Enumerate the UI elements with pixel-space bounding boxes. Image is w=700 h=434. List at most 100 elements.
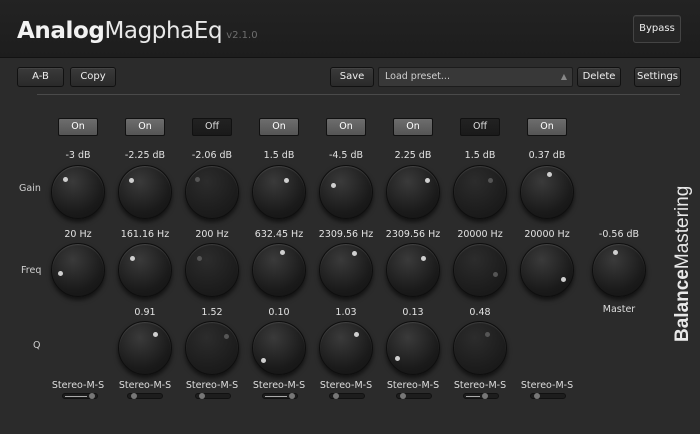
band-8-freq-value: 20000 Hz xyxy=(524,229,570,240)
band-2-gain-knob[interactable] xyxy=(118,165,172,219)
band-2-q-value: 0.91 xyxy=(134,307,156,318)
band-6-q-value: 0.13 xyxy=(402,307,424,318)
band-3-gain-knob[interactable] xyxy=(185,165,239,219)
knob-indicator xyxy=(330,182,336,188)
band-3-mode-label: Stereo-M-S xyxy=(185,380,239,391)
band-1-mode-slider[interactable] xyxy=(62,393,98,399)
knob-indicator xyxy=(394,355,400,361)
band-3-gain-value: -2.06 dB xyxy=(191,150,233,161)
band-1-freq-knob[interactable] xyxy=(51,243,105,297)
band-5-freq-knob[interactable] xyxy=(319,243,373,297)
band-8-freq-knob[interactable] xyxy=(520,243,574,297)
band-6-mode-slider[interactable] xyxy=(396,393,432,399)
band-5-mode-slider[interactable] xyxy=(329,393,365,399)
knob-indicator xyxy=(353,331,359,337)
knob-indicator xyxy=(152,331,158,337)
slider-thumb[interactable] xyxy=(289,393,295,399)
band-4-toggle[interactable]: On xyxy=(259,118,299,136)
preset-placeholder: Load preset... xyxy=(385,71,450,82)
band-5-freq-value: 2309.56 Hz xyxy=(318,229,374,240)
band-4-freq-knob[interactable] xyxy=(252,243,306,297)
band-2-gain-value: -2.25 dB xyxy=(124,150,166,161)
band-4-mode-label: Stereo-M-S xyxy=(252,380,306,391)
title-bold: Analog xyxy=(17,18,105,44)
band-6-gain-knob[interactable] xyxy=(386,165,440,219)
bypass-button[interactable]: Bypass xyxy=(633,15,681,43)
band-7-mode-slider[interactable] xyxy=(463,393,499,399)
band-6-freq-knob[interactable] xyxy=(386,243,440,297)
band-8-mode-slider[interactable] xyxy=(530,393,566,399)
slider-thumb[interactable] xyxy=(534,393,540,399)
knob-indicator xyxy=(546,171,552,177)
band-7-mode-label: Stereo-M-S xyxy=(453,380,507,391)
band-2-mode-slider[interactable] xyxy=(127,393,163,399)
band-3-toggle[interactable]: Off xyxy=(192,118,232,136)
brand-logo: BalanceMastering xyxy=(672,186,693,342)
svg-text:BalanceMastering: BalanceMastering xyxy=(672,186,693,342)
band-1-toggle[interactable]: On xyxy=(58,118,98,136)
band-8-gain-value: 0.37 dB xyxy=(528,150,566,161)
band-2-toggle[interactable]: On xyxy=(125,118,165,136)
band-6-gain-value: 2.25 dB xyxy=(394,150,432,161)
band-7-q-knob[interactable] xyxy=(453,321,507,375)
band-4-gain-value: 1.5 dB xyxy=(263,150,295,161)
knob-indicator xyxy=(487,177,493,183)
band-3-mode-slider[interactable] xyxy=(195,393,231,399)
preset-select[interactable]: Load preset... ▲ xyxy=(378,67,573,87)
knob-indicator xyxy=(129,255,135,261)
ab-button[interactable]: A-B xyxy=(17,67,64,87)
band-3-freq-knob[interactable] xyxy=(185,243,239,297)
band-3-q-knob[interactable] xyxy=(185,321,239,375)
slider-thumb[interactable] xyxy=(199,393,205,399)
band-2-freq-knob[interactable] xyxy=(118,243,172,297)
band-6-q-knob[interactable] xyxy=(386,321,440,375)
header-bar: AnalogMagphaEq v2.1.0 Bypass xyxy=(0,0,700,58)
knob-indicator xyxy=(484,331,490,337)
band-5-toggle[interactable]: On xyxy=(326,118,366,136)
save-button[interactable]: Save xyxy=(330,67,374,87)
band-4-mode-slider[interactable] xyxy=(262,393,298,399)
knob-indicator xyxy=(351,250,357,256)
band-2-q-knob[interactable] xyxy=(118,321,172,375)
band-7-gain-value: 1.5 dB xyxy=(464,150,496,161)
slider-thumb[interactable] xyxy=(482,393,488,399)
band-5-gain-knob[interactable] xyxy=(319,165,373,219)
q-row-label: Q xyxy=(33,340,41,351)
knob-indicator xyxy=(612,249,618,255)
slider-fill xyxy=(466,396,480,397)
knob-indicator xyxy=(420,255,426,261)
band-4-gain-knob[interactable] xyxy=(252,165,306,219)
slider-thumb[interactable] xyxy=(89,393,95,399)
band-1-freq-value: 20 Hz xyxy=(64,229,92,240)
knob-indicator xyxy=(194,176,200,182)
band-4-freq-value: 632.45 Hz xyxy=(254,229,304,240)
band-8-toggle[interactable]: On xyxy=(527,118,567,136)
slider-fill xyxy=(265,396,287,397)
band-1-gain-knob[interactable] xyxy=(51,165,105,219)
copy-button[interactable]: Copy xyxy=(70,67,116,87)
freq-row-label: Freq xyxy=(21,265,42,276)
band-7-freq-value: 20000 Hz xyxy=(457,229,503,240)
band-4-q-knob[interactable] xyxy=(252,321,306,375)
knob-indicator xyxy=(62,176,68,182)
knob-indicator xyxy=(128,177,134,183)
slider-thumb[interactable] xyxy=(400,393,406,399)
band-5-q-knob[interactable] xyxy=(319,321,373,375)
master-value: -0.56 dB xyxy=(598,229,640,240)
master-knob[interactable] xyxy=(592,243,646,297)
band-2-freq-value: 161.16 Hz xyxy=(120,229,170,240)
knob-indicator xyxy=(260,357,266,363)
band-6-toggle[interactable]: On xyxy=(393,118,433,136)
band-7-toggle[interactable]: Off xyxy=(460,118,500,136)
band-8-gain-knob[interactable] xyxy=(520,165,574,219)
band-7-freq-knob[interactable] xyxy=(453,243,507,297)
band-6-freq-value: 2309.56 Hz xyxy=(385,229,441,240)
band-7-gain-knob[interactable] xyxy=(453,165,507,219)
knob-indicator xyxy=(196,255,202,261)
settings-button[interactable]: Settings xyxy=(634,67,681,87)
slider-thumb[interactable] xyxy=(333,393,339,399)
knob-indicator xyxy=(492,271,498,277)
band-3-freq-value: 200 Hz xyxy=(195,229,229,240)
delete-button[interactable]: Delete xyxy=(577,67,621,87)
slider-thumb[interactable] xyxy=(131,393,137,399)
